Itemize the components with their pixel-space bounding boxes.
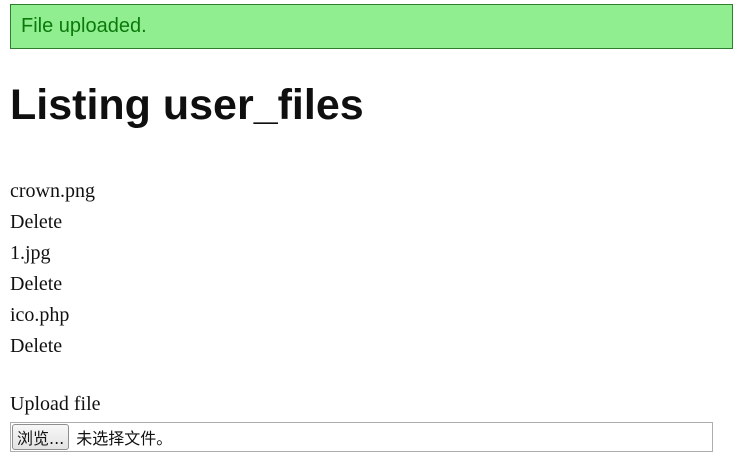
delete-link[interactable]: Delete	[10, 333, 95, 364]
upload-success-notice: File uploaded.	[10, 4, 733, 49]
file-entry: crown.png Delete	[10, 178, 95, 240]
file-name: crown.png	[10, 180, 95, 202]
file-upload-input[interactable]: 浏览... 未选择文件。	[10, 422, 713, 452]
file-name: ico.php	[10, 304, 70, 326]
upload-file-label: Upload file	[10, 393, 101, 415]
page-title: Listing user_files	[10, 81, 364, 129]
delete-link[interactable]: Delete	[10, 271, 95, 302]
browse-button[interactable]: 浏览...	[12, 424, 70, 450]
file-selection-status: 未选择文件。	[76, 429, 173, 448]
flash-message: File uploaded.	[21, 15, 147, 37]
file-list: crown.png Delete 1.jpg Delete ico.php De…	[10, 178, 95, 364]
file-entry: 1.jpg Delete	[10, 240, 95, 302]
delete-link[interactable]: Delete	[10, 209, 95, 240]
file-name: 1.jpg	[10, 242, 51, 264]
browse-button-label: 浏览...	[17, 429, 65, 448]
file-entry: ico.php Delete	[10, 302, 95, 364]
